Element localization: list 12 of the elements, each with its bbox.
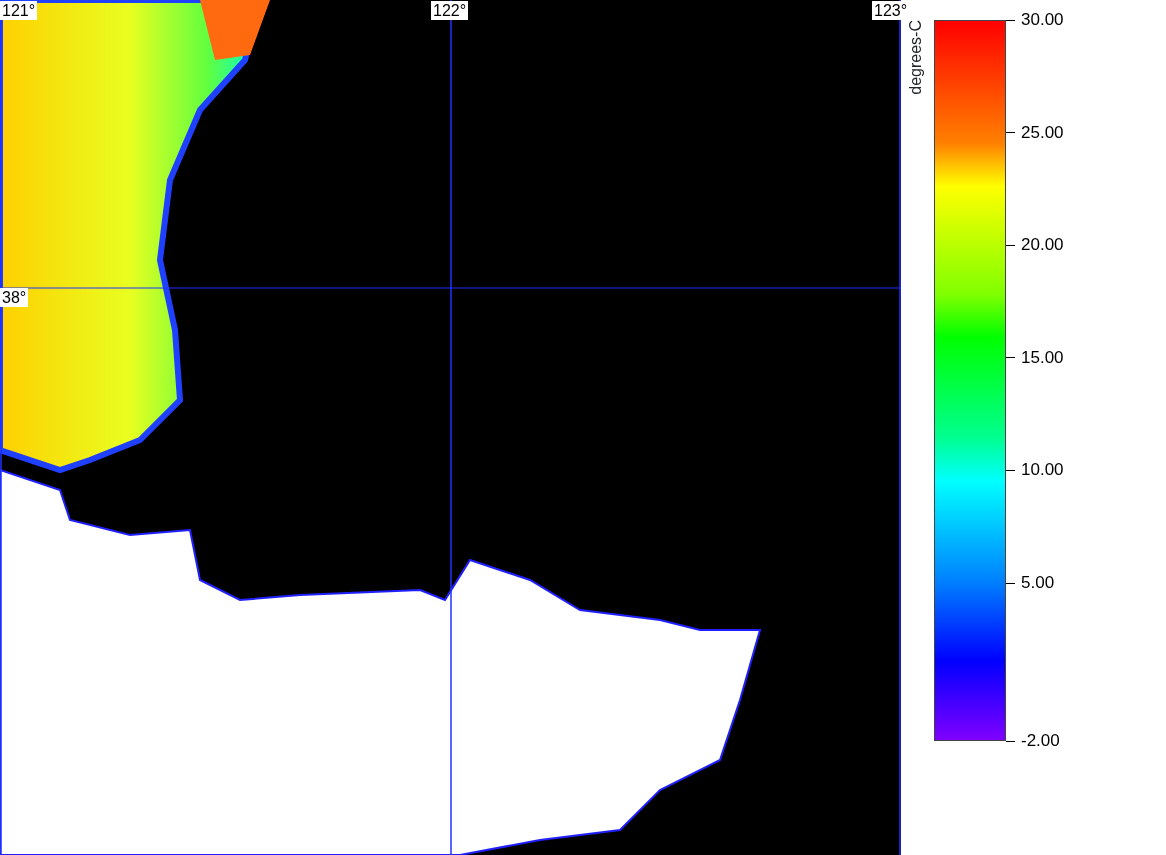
colorbar-tick-label: 30.00: [1021, 10, 1064, 30]
longitude-label: 123°: [872, 1, 910, 20]
colorbar-title: degrees-C: [907, 20, 925, 95]
longitude-label: 122°: [431, 1, 469, 20]
colorbar-tick-label: -2.00: [1021, 731, 1060, 751]
colorbar-tick-label: 25.00: [1021, 122, 1064, 143]
colorbar-tick-label: 5.00: [1021, 573, 1055, 593]
colorbar-tick-label: 20.00: [1021, 235, 1064, 256]
latitude-label: 38°: [0, 288, 29, 307]
colorbar-tick-label: 15.00: [1021, 347, 1064, 368]
longitude-label: 121°: [0, 1, 38, 20]
colorbar-tick-label: 10.00: [1021, 460, 1064, 481]
